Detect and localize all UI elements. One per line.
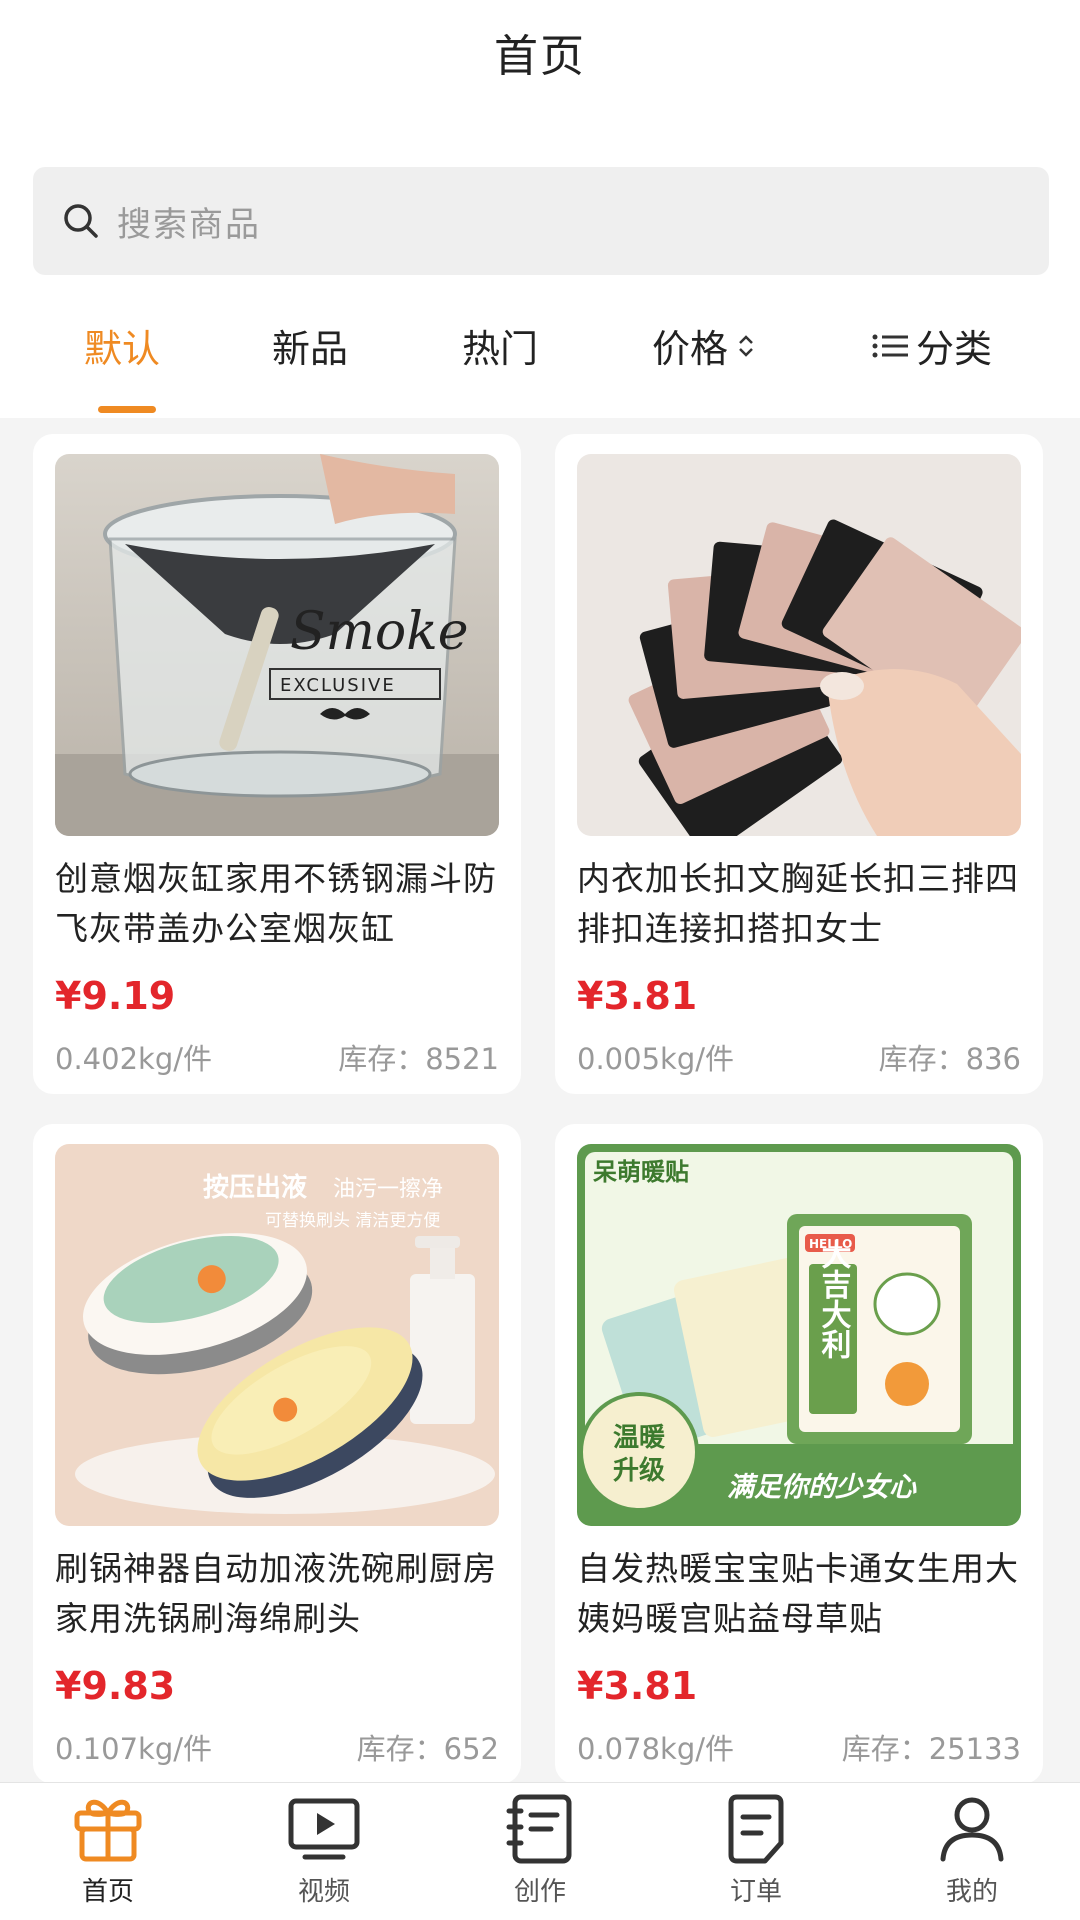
product-price: ¥9.19 — [55, 974, 176, 1018]
tab-label: 热门 — [462, 327, 539, 371]
tab-label: 分类 — [916, 327, 993, 371]
warmer-badge-line1: 温暖 — [613, 1423, 666, 1453]
warmer-brand-text: 呆萌暖贴 — [593, 1158, 689, 1186]
tab-label: 价格 — [652, 327, 729, 371]
product-name: 内衣加长扣文胸延长扣三排四排扣连接扣搭扣女士 — [577, 859, 1019, 948]
nav-label: 订单 — [729, 1877, 782, 1907]
notebook-icon — [506, 1794, 572, 1864]
filter-tabs: 默认 新品 热门 价格 分类 — [0, 300, 1080, 410]
product-weight: 0.005kg/件 — [577, 1042, 734, 1076]
tab-label: 默认 — [84, 327, 161, 371]
brush-subline: 油污一擦净 — [333, 1177, 443, 1202]
brush-headline: 按压出液 — [203, 1172, 307, 1203]
warmer-badge-line2: 升级 — [613, 1455, 665, 1486]
nav-label: 视频 — [297, 1877, 350, 1907]
video-icon — [288, 1798, 360, 1860]
page-title: 首页 — [494, 31, 586, 82]
tab-price[interactable]: 价格 — [652, 318, 758, 373]
tab-category[interactable]: 分类 — [870, 318, 992, 373]
search-bar[interactable]: 搜索商品 — [33, 167, 1049, 275]
product-card[interactable]: 按压出液 油污一擦净 可替换刷头 清洁更方便 刷锅神器自动加液洗碗刷厨房家用洗锅… — [33, 1124, 521, 1784]
brush-caption: 可替换刷头 清洁更方便 — [265, 1211, 440, 1231]
list-icon — [872, 334, 908, 357]
product-card[interactable]: 内衣加长扣文胸延长扣三排四排扣连接扣搭扣女士 ¥3.81 0.005kg/件 库… — [555, 434, 1043, 1094]
tab-hot[interactable]: 热门 — [462, 318, 538, 373]
user-icon — [940, 1797, 1004, 1862]
nav-video[interactable]: 视频 — [254, 1793, 394, 1908]
product-stock: 库存：652 — [356, 1732, 499, 1766]
gift-icon — [74, 1799, 142, 1862]
nav-label: 我的 — [945, 1877, 998, 1907]
active-tab-indicator — [98, 406, 156, 413]
nav-label: 首页 — [81, 1877, 134, 1907]
order-icon — [728, 1794, 784, 1864]
product-stock: 库存：25133 — [841, 1732, 1021, 1766]
product-name: 创意烟灰缸家用不锈钢漏斗防飞灰带盖办公室烟灰缸 — [55, 859, 497, 948]
nav-profile[interactable]: 我的 — [902, 1793, 1042, 1908]
product-weight: 0.107kg/件 — [55, 1732, 212, 1766]
product-name: 自发热暖宝宝贴卡通女生用大姨妈暖宫贴益母草贴 — [577, 1549, 1019, 1638]
tab-label: 新品 — [272, 327, 349, 371]
warmer-tagline: 满足你的少女心 — [727, 1472, 917, 1503]
nav-create[interactable]: 创作 — [470, 1793, 610, 1908]
ashtray-logo-text: Smoke — [290, 602, 469, 662]
warmer-slogan-text: 大吉大利 — [816, 1239, 852, 1359]
ashtray-label-text: EXCLUSIVE — [280, 675, 396, 696]
header: 首页 搜索商品 默认 新品 热门 价格 分类 — [0, 0, 1080, 418]
product-image-hook-extender — [577, 454, 1021, 836]
product-stock: 库存：8521 — [338, 1042, 499, 1076]
product-price: ¥9.83 — [55, 1664, 176, 1708]
sort-icon — [739, 334, 753, 357]
tab-new[interactable]: 新品 — [272, 318, 348, 373]
bottom-navigation: 首页 视频 创作 订单 我的 — [0, 1782, 1080, 1920]
product-image-ashtray: Smoke EXCLUSIVE — [55, 454, 499, 836]
search-input[interactable]: 搜索商品 — [117, 197, 261, 246]
product-card[interactable]: Smoke EXCLUSIVE 创意烟灰缸家用不锈钢漏斗防飞灰带盖办公室烟灰缸 … — [33, 434, 521, 1094]
product-stock: 库存：836 — [878, 1042, 1021, 1076]
product-image-brush: 按压出液 油污一擦净 可替换刷头 清洁更方便 — [55, 1144, 499, 1526]
tab-default[interactable]: 默认 — [84, 318, 160, 373]
product-weight: 0.402kg/件 — [55, 1042, 212, 1076]
product-weight: 0.078kg/件 — [577, 1732, 734, 1766]
search-icon — [64, 204, 98, 238]
product-price: ¥3.81 — [577, 1664, 698, 1708]
nav-orders[interactable]: 订单 — [686, 1793, 826, 1908]
nav-label: 创作 — [513, 1877, 566, 1907]
product-name: 刷锅神器自动加液洗碗刷厨房家用洗锅刷海绵刷头 — [55, 1549, 497, 1638]
nav-home[interactable]: 首页 — [38, 1793, 178, 1908]
product-card[interactable]: 呆萌暖贴 HELLO 大吉大利 温暖 升级 满足你的少女心 自发热暖宝宝贴卡通女… — [555, 1124, 1043, 1784]
product-price: ¥3.81 — [577, 974, 698, 1018]
product-image-warmer: 呆萌暖贴 HELLO 大吉大利 温暖 升级 满足你的少女心 — [577, 1144, 1021, 1526]
